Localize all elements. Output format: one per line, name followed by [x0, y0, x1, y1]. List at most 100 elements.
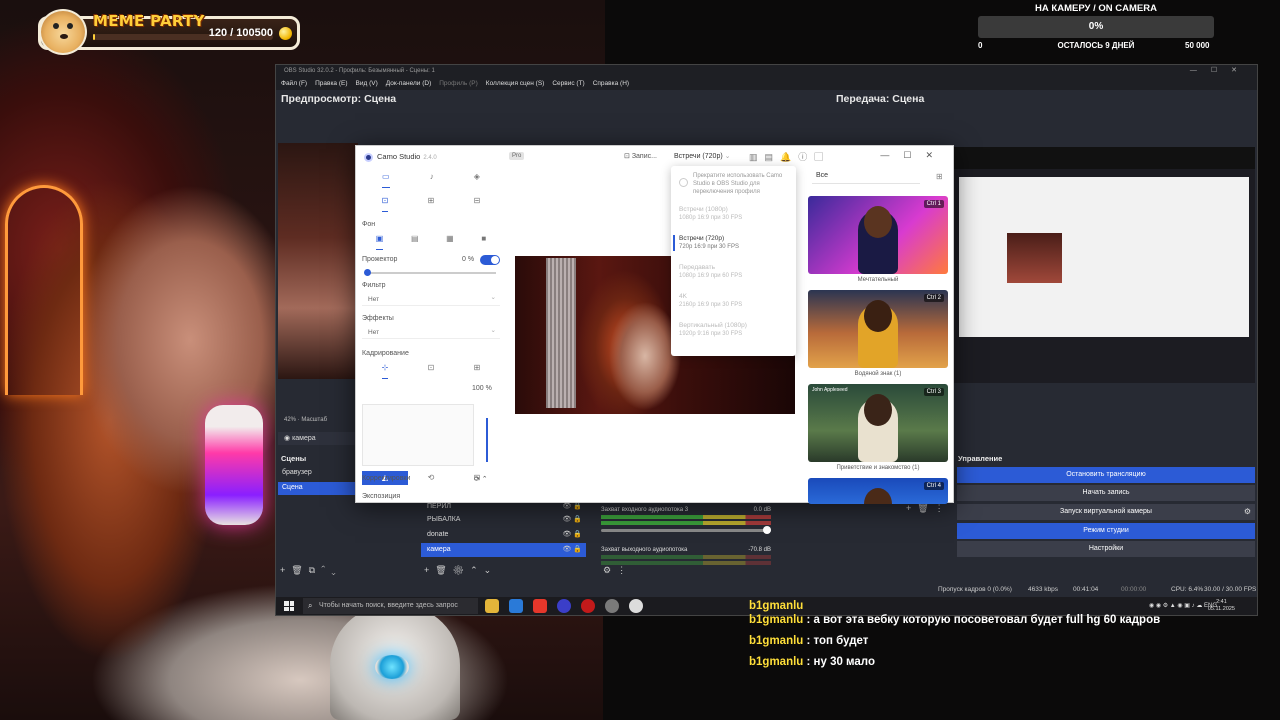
menu-profile[interactable]: Профиль (P) [439, 80, 478, 90]
camo-window-controls[interactable]: —☐✕ [880, 150, 947, 161]
mic-icon[interactable]: ♪ [430, 172, 434, 188]
source-camera-row[interactable]: ◉ камера [278, 432, 358, 445]
resolution-dropdown[interactable]: Встречи (720p) ⌄ [674, 152, 731, 160]
preset-card[interactable]: Ctrl 1 [808, 196, 948, 274]
video-icon[interactable]: ▭ [382, 172, 390, 188]
spotlight-slider[interactable] [364, 269, 496, 276]
preset-card[interactable]: John Appleseed Ctrl 3 [808, 384, 948, 462]
gear-icon[interactable]: ⚙ [1244, 507, 1251, 516]
store-icon[interactable] [509, 599, 523, 613]
spotlight-toggle[interactable] [480, 255, 500, 265]
mixer-track-name: Захват выходного аудиопотока [601, 547, 688, 553]
menu-docks[interactable]: Док-панели (D) [386, 80, 431, 90]
stop-stream-button[interactable]: Остановить трансляцию [957, 467, 1255, 483]
obs-app-icon[interactable] [557, 599, 571, 613]
mixer-toolbar[interactable]: ⚙⋮ [603, 565, 632, 576]
chat-username: b1gmanlu [749, 635, 804, 647]
goal-max: 50 000 [1185, 41, 1210, 50]
remove-bg-icon[interactable]: ■ [481, 234, 486, 250]
source-item[interactable]: donate 👁 🔒 [421, 528, 586, 542]
preview-canvas[interactable] [278, 143, 358, 379]
frame-icon[interactable]: ⊡ [381, 196, 389, 212]
eye-lock-icon[interactable]: 👁 🔒 [562, 530, 582, 538]
menu-tools[interactable]: Сервис (T) [552, 80, 584, 90]
menu-view[interactable]: Вид (V) [356, 80, 378, 90]
option-name: 4K [679, 293, 687, 300]
source-item-active[interactable]: камера 👁 🔒 [421, 543, 586, 557]
opera-icon[interactable] [581, 599, 595, 613]
preset-card[interactable]: Ctrl 2 [808, 290, 948, 368]
camo-logo-icon [364, 152, 373, 162]
adjust-icon[interactable]: ⊞ [428, 196, 435, 212]
resolution-option[interactable]: Передавать 1080p 16:9 при 60 FPS [679, 264, 789, 280]
chat-message: b1gmanlu : ну 30 мало [749, 656, 1269, 677]
window-controls[interactable]: —☐✕ [1190, 66, 1251, 74]
preset-shortcut: Ctrl 3 [923, 388, 944, 396]
record-button[interactable]: ⊡ Запис... [624, 152, 657, 160]
resolution-option-selected[interactable]: Встречи (720p) 720p 16:9 при 30 FPS [673, 235, 789, 251]
volume-meter [601, 515, 771, 519]
source-tabs[interactable]: ▭ ♪ ◈ [362, 172, 500, 188]
scene-item-active[interactable]: Сцена [278, 482, 356, 495]
overlay-icon[interactable]: ⊟ [474, 196, 481, 212]
start-recording-button[interactable]: Начать запись [957, 485, 1255, 501]
preset-card[interactable]: Ctrl 4 [808, 478, 948, 504]
source-item[interactable]: РЫБАЛКА 👁 🔒 [421, 513, 586, 527]
layers-icon[interactable]: ◈ [474, 172, 480, 188]
resolution-option[interactable]: Встречи (1080p) 1080p 16:9 при 30 FPS [679, 206, 789, 222]
preset-filter[interactable]: Все [812, 172, 920, 184]
replace-icon[interactable]: ▦ [446, 234, 454, 250]
obs-statusbar: Пропуск кадров 0 (0.0%) 4633 kbps 00:41:… [276, 583, 1257, 597]
crop-auto-icon[interactable]: ⊡ [428, 363, 435, 379]
menu-scene-collection[interactable]: Коллекция сцен (S) [486, 80, 545, 90]
windows-start-icon[interactable] [284, 601, 294, 611]
crop-preview[interactable] [362, 404, 474, 466]
filter-select[interactable]: Нет [362, 293, 500, 306]
record-label: Запис... [631, 153, 657, 160]
grid-icon[interactable]: ⊞ [936, 172, 943, 181]
scene-item[interactable]: бравузер [278, 467, 356, 480]
crop-options[interactable]: ⊹ ⊡ ⊞ [362, 363, 500, 379]
crop-manual-icon[interactable]: ⊹ [381, 363, 389, 379]
mixer-track-db: -70.8 dB [748, 547, 771, 553]
eye-lock-icon[interactable]: 👁 🔒 [562, 502, 582, 510]
menu-help[interactable]: Справка (H) [593, 80, 629, 90]
effects-select[interactable]: Нет [362, 326, 500, 339]
camo-app-icon[interactable] [629, 599, 643, 613]
volume-slider-knob[interactable] [763, 526, 771, 534]
transitions-toolbar[interactable]: +🗑⋮ [906, 503, 950, 514]
studio-mode-button[interactable]: Режим студии [957, 523, 1255, 539]
rotate-icon[interactable]: ⟲ [408, 471, 454, 485]
scenes-toolbar[interactable]: +🗑⧉⌃⌄ [280, 565, 342, 576]
program-desktop-capture [959, 177, 1249, 337]
person-icon[interactable]: ▣ [375, 234, 384, 250]
reset-icon[interactable]: ⟳ ⌃ [474, 475, 488, 483]
sources-toolbar[interactable]: +🗑⚙⌃⌄ [424, 565, 497, 576]
preview-zoom[interactable]: 42% · Масштаб [276, 416, 356, 426]
explorer-icon[interactable] [485, 599, 499, 613]
chrome-icon[interactable] [605, 599, 619, 613]
camo-header-icons[interactable]: ▥▤🔔ⓘ▢ [749, 150, 830, 163]
crop-center-icon[interactable]: ⊞ [474, 363, 481, 379]
yandex-icon[interactable] [533, 599, 547, 613]
eye-lock-icon[interactable]: 👁 🔒 [562, 515, 582, 523]
resolution-option[interactable]: 4K 2160p 16:9 при 30 FPS [679, 293, 789, 309]
settings-button[interactable]: Настройки [957, 541, 1255, 557]
volume-slider[interactable] [601, 526, 771, 534]
live-time: 00:41:04 [1073, 586, 1099, 593]
taskbar-search[interactable]: ⌕ Чтобы начать поиск, введите здесь запр… [303, 598, 478, 614]
blur-icon[interactable]: ▤ [411, 234, 419, 250]
preset-panel: Все ⊞ Ctrl 1 Мечтательный Ctrl 2 Водяной… [808, 166, 953, 504]
meme-title: MEME PARTY [93, 12, 205, 30]
zoom-slider[interactable] [486, 418, 488, 462]
mode-tabs[interactable]: ⊡ ⊞ ⊟ [362, 196, 500, 212]
camera-source-label: камера [292, 435, 316, 442]
menu-edit[interactable]: Правка (E) [315, 80, 347, 90]
bg-options[interactable]: ▣ ▤ ▦ ■ [362, 234, 500, 250]
menu-file[interactable]: Файл (F) [281, 80, 307, 90]
coin-icon [279, 27, 292, 40]
goal-percent: 0% [1088, 21, 1104, 32]
eye-lock-icon[interactable]: 👁 🔒 [562, 545, 582, 553]
resolution-option[interactable]: Вертикальный (1080p) 1920p 9:16 при 30 FP… [679, 322, 789, 338]
virtual-camera-button[interactable]: Запуск виртуальной камеры [957, 504, 1255, 520]
